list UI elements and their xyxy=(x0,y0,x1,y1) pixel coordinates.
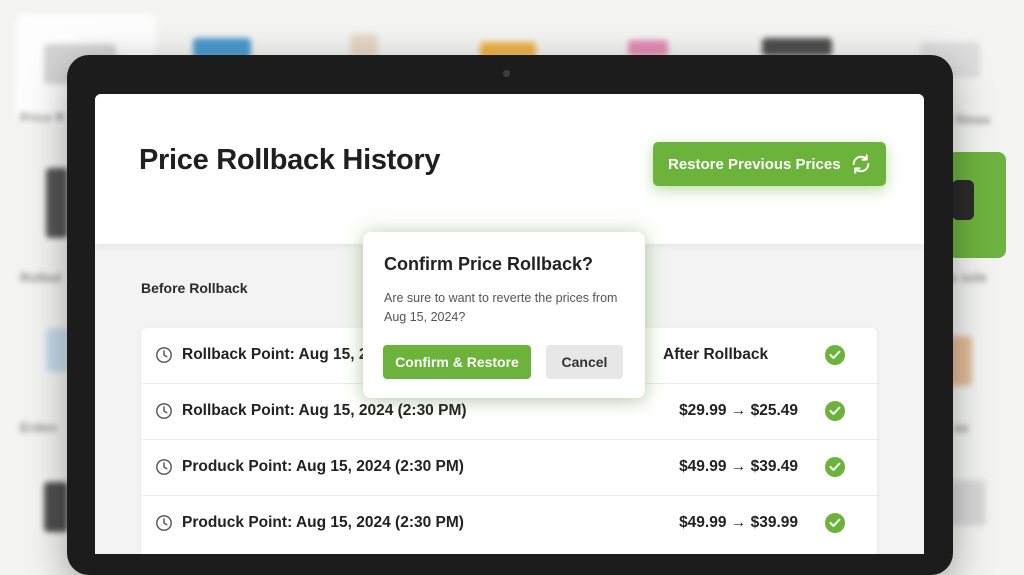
bg-thumb xyxy=(762,38,832,56)
bg-label: Erden xyxy=(20,420,57,435)
restore-previous-prices-button[interactable]: Restore Previous Prices xyxy=(653,142,886,186)
bg-thumb xyxy=(628,40,668,56)
check-circle-icon xyxy=(825,401,845,421)
refresh-icon xyxy=(852,154,870,174)
price-change: $49.99 → $39.49 xyxy=(679,458,798,475)
before-rollback-label: Before Rollback xyxy=(141,280,248,296)
bg-thumb xyxy=(46,168,68,238)
rollback-point-name: Produck Point: Aug 15, 2024 (2:30 PM) xyxy=(182,458,464,475)
bg-label: Price R xyxy=(20,110,65,125)
bg-dark-thumb xyxy=(952,180,974,220)
price-change: $29.99 → $25.49 xyxy=(679,402,798,419)
restore-button-label: Restore Previous Prices xyxy=(668,155,841,173)
bg-label: e sole xyxy=(950,270,987,285)
table-row[interactable]: Produck Point: Aug 15, 2024 (2:30 PM) $4… xyxy=(141,440,877,496)
page-header: Price Rollback History Restore Previous … xyxy=(95,94,924,244)
rollback-point-name: Produck Point: Aug 15, 2024 (2:30 PM) xyxy=(182,514,464,531)
dialog-title: Confirm Price Rollback? xyxy=(384,254,594,274)
bg-label: Rolbut xyxy=(20,270,62,285)
bg-label: r fimas xyxy=(948,112,991,127)
table-row[interactable]: Produck Point: Aug 15, 2024 (2:30 PM) $4… xyxy=(141,496,877,551)
check-circle-icon xyxy=(825,513,845,533)
bg-label: as xyxy=(954,420,969,435)
bg-thumb xyxy=(46,328,68,372)
confirm-rollback-dialog: Confirm Price Rollback? Are sure to want… xyxy=(363,232,645,398)
price-change: $49.99 → $39.99 xyxy=(679,514,798,531)
after-rollback-header: After Rollback xyxy=(663,346,769,363)
bg-thumb xyxy=(44,482,68,532)
confirm-restore-button[interactable]: Confirm & Restore xyxy=(383,345,531,379)
check-circle-icon xyxy=(825,345,845,365)
check-circle-icon xyxy=(825,457,845,477)
dialog-message: Are sure to want to reverte the prices f… xyxy=(384,291,618,324)
camera-icon xyxy=(503,70,510,77)
bg-thumb xyxy=(350,34,378,56)
page-title: Price Rollback History xyxy=(139,144,441,176)
clock-icon xyxy=(156,515,172,531)
cancel-button[interactable]: Cancel xyxy=(546,345,623,379)
rollback-point-name: Rollback Point: Aug 15, 2024 (2:30 PM) xyxy=(182,402,467,419)
clock-icon xyxy=(156,459,172,475)
clock-icon xyxy=(156,347,172,363)
clock-icon xyxy=(156,403,172,419)
